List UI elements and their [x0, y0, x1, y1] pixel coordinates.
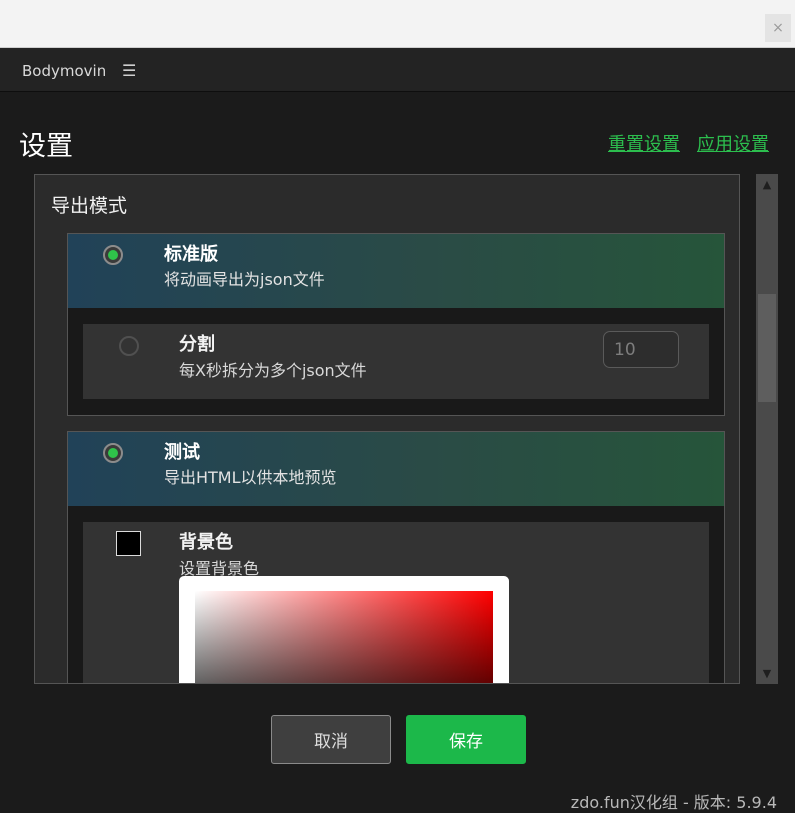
- test-mode-title: 测试: [164, 442, 200, 463]
- version-label: zdo.fun汉化组 - 版本: 5.9.4: [570, 793, 777, 812]
- standard-mode-desc: 将动画导出为json文件: [164, 270, 325, 289]
- background-color-title: 背景色: [179, 532, 233, 553]
- test-mode-radio[interactable]: [103, 443, 123, 463]
- split-seconds-input[interactable]: [603, 331, 679, 368]
- reset-settings-link[interactable]: 重置设置: [608, 130, 680, 156]
- export-mode-title: 导出模式: [51, 195, 128, 217]
- background-color-option: 背景色 设置背景色: [83, 522, 709, 683]
- standard-mode-option[interactable]: 标准版 将动画导出为json文件: [68, 234, 724, 308]
- close-icon[interactable]: ×: [765, 14, 791, 42]
- scroll-thumb[interactable]: [758, 294, 776, 402]
- scroll-up-arrow-icon[interactable]: ▲: [756, 178, 778, 191]
- test-mode-card: 测试 导出HTML以供本地预览 背景色 设置背景色: [67, 431, 725, 683]
- split-radio[interactable]: [119, 336, 139, 356]
- scroll-down-arrow-icon[interactable]: ▼: [756, 667, 778, 680]
- color-picker: [179, 576, 509, 683]
- cancel-button[interactable]: 取消: [271, 715, 391, 764]
- save-button[interactable]: 保存: [406, 715, 526, 764]
- test-mode-desc: 导出HTML以供本地预览: [164, 468, 337, 487]
- standard-mode-radio[interactable]: [103, 245, 123, 265]
- split-title: 分割: [179, 334, 215, 355]
- split-desc: 每X秒拆分为多个json文件: [179, 361, 367, 380]
- panel-title: Bodymovin: [22, 62, 107, 80]
- hamburger-menu-icon[interactable]: ☰: [122, 61, 136, 80]
- apply-settings-link[interactable]: 应用设置: [697, 130, 769, 156]
- page-title: 设置: [19, 131, 73, 162]
- background-color-swatch[interactable]: [116, 531, 141, 556]
- standard-mode-card: 标准版 将动画导出为json文件 分割 每X秒拆分为多个json文件: [67, 233, 725, 416]
- split-option: 分割 每X秒拆分为多个json文件: [83, 324, 709, 399]
- panel-header: Bodymovin ☰: [0, 48, 795, 92]
- color-saturation-field[interactable]: [195, 591, 493, 683]
- test-mode-option[interactable]: 测试 导出HTML以供本地预览: [68, 432, 724, 506]
- window-titlebar: ×: [0, 0, 795, 48]
- settings-scroll-area[interactable]: 导出模式 标准版 将动画导出为json文件 分割 每X秒拆分为多个json文件 …: [34, 174, 740, 684]
- vertical-scrollbar[interactable]: ▲ ▼: [756, 174, 778, 684]
- standard-mode-title: 标准版: [164, 244, 218, 265]
